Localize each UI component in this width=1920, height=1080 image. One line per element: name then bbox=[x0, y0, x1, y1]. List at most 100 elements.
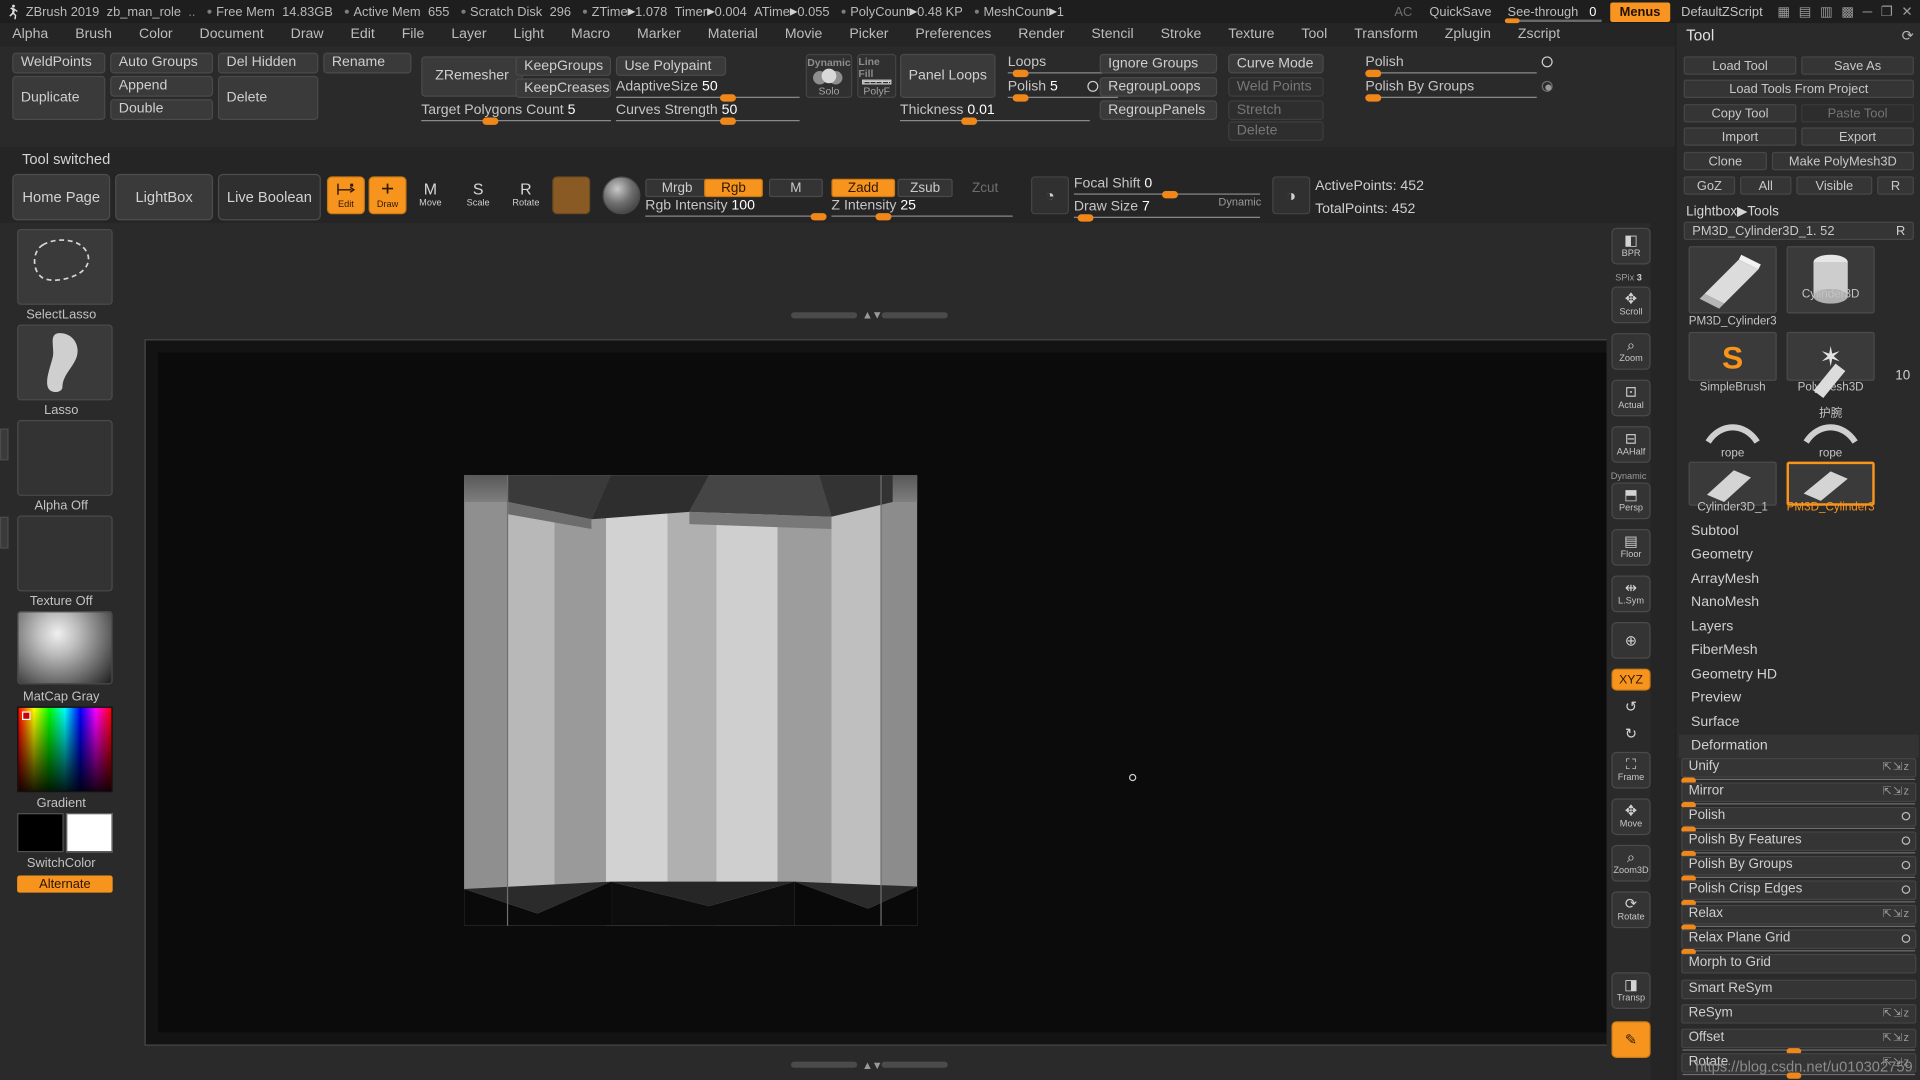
goz-all-button[interactable]: All bbox=[1740, 176, 1792, 195]
ignore-groups-button[interactable]: Ignore Groups bbox=[1099, 53, 1218, 74]
regrouppanels-button[interactable]: RegroupPanels bbox=[1099, 100, 1218, 121]
model-mesh[interactable] bbox=[464, 475, 918, 926]
make-polymesh3d-button[interactable]: Make PolyMesh3D bbox=[1771, 151, 1914, 171]
dynamic-solo-toggle[interactable]: Dynamic Solo bbox=[805, 53, 853, 98]
alpha-swatch[interactable] bbox=[17, 420, 113, 496]
regrouploops-button[interactable]: RegroupLoops bbox=[1099, 77, 1218, 97]
material-swatch[interactable] bbox=[17, 611, 113, 685]
weld-points-button[interactable]: Weld Points bbox=[1228, 77, 1324, 97]
primary-color-swatch[interactable] bbox=[17, 813, 64, 853]
canvas-bottom-updown-icon[interactable]: ▲▼ bbox=[862, 1059, 883, 1071]
actual-button[interactable]: ⊡ Actual bbox=[1611, 379, 1651, 417]
menu-macro[interactable]: Macro bbox=[571, 27, 610, 42]
undo-history-button[interactable]: ↺ bbox=[1611, 696, 1650, 718]
deform-morph-to-grid[interactable]: Morph to Grid bbox=[1681, 953, 1917, 977]
left-flyout-arrow[interactable] bbox=[0, 428, 9, 461]
scale-mode-button[interactable]: S Scale bbox=[459, 176, 497, 214]
weldpoints-button[interactable]: WeldPoints bbox=[12, 52, 106, 74]
deform-relax[interactable]: Relax ⇱⇲z bbox=[1681, 904, 1917, 931]
goz-visible-button[interactable]: Visible bbox=[1796, 176, 1873, 195]
rgb-intensity-slider[interactable]: Rgb Intensity 100 bbox=[645, 198, 827, 221]
canvas-bottom-scroll-left[interactable] bbox=[791, 1061, 858, 1068]
menu-picker[interactable]: Picker bbox=[849, 27, 888, 42]
curve-mode-button[interactable]: Curve Mode bbox=[1228, 53, 1324, 74]
deform-mirror[interactable]: Mirror ⇱⇲z bbox=[1681, 782, 1917, 809]
section-surface[interactable]: Surface bbox=[1679, 710, 1919, 734]
loops-slider[interactable]: Loops bbox=[1007, 54, 1109, 78]
material-preview-ball[interactable] bbox=[602, 176, 641, 215]
section-geometry-hd[interactable]: Geometry HD bbox=[1679, 662, 1919, 686]
canvas-area[interactable]: ▲▼ ▲▼ bbox=[122, 222, 1651, 1080]
export-button[interactable]: Export bbox=[1801, 127, 1914, 146]
menu-material[interactable]: Material bbox=[708, 27, 758, 42]
texture-swatch[interactable] bbox=[17, 515, 113, 592]
menu-file[interactable]: File bbox=[402, 27, 425, 42]
frame-button[interactable]: ⛶ Frame bbox=[1611, 751, 1651, 789]
slider-knob[interactable] bbox=[1365, 69, 1382, 78]
paste-tool-button[interactable]: Paste Tool bbox=[1801, 104, 1914, 123]
polish-by-groups-shelf-radio[interactable] bbox=[1541, 80, 1553, 92]
adaptive-size-slider[interactable]: AdaptiveSize 50 bbox=[615, 78, 800, 102]
menu-texture[interactable]: Texture bbox=[1228, 27, 1274, 42]
section-geometry[interactable]: Geometry bbox=[1679, 543, 1919, 567]
brush-swatch[interactable] bbox=[17, 228, 113, 305]
see-through-slider[interactable]: See-through 0 bbox=[1500, 3, 1606, 23]
auto-groups-button[interactable]: Auto Groups bbox=[110, 52, 214, 74]
deform-resym-axes[interactable]: ⇱⇲z bbox=[1883, 1007, 1911, 1020]
home-page-button[interactable]: Home Page bbox=[12, 173, 111, 221]
edit-mode-button[interactable]: Edit bbox=[326, 176, 365, 215]
target-polygons-count-slider[interactable]: Target Polygons Count 5 bbox=[421, 102, 612, 125]
menu-stroke[interactable]: Stroke bbox=[1161, 27, 1202, 42]
zsub-button[interactable]: Zsub bbox=[897, 178, 953, 198]
deform-offset-axes[interactable]: ⇱⇲z bbox=[1883, 1031, 1911, 1044]
zoom-button[interactable]: ⌕ Zoom bbox=[1611, 333, 1651, 370]
menu-stencil[interactable]: Stencil bbox=[1091, 27, 1133, 42]
lightbox-tools-label[interactable]: Lightbox▶Tools bbox=[1686, 203, 1779, 219]
persp-button[interactable]: ⬒ Persp bbox=[1611, 482, 1651, 520]
rgb-button[interactable]: Rgb bbox=[704, 178, 763, 198]
polyframe-toggle[interactable]: Line Fill PolyF bbox=[857, 53, 897, 98]
tool-thumb-8[interactable] bbox=[1786, 461, 1875, 506]
stroke-swatch[interactable] bbox=[17, 324, 113, 401]
depth-icon-box[interactable]: ◑ bbox=[1272, 176, 1311, 215]
move-view-button[interactable]: ✥ Move bbox=[1611, 798, 1651, 836]
curves-strength-slider[interactable]: Curves Strength 50 bbox=[615, 102, 800, 125]
deform-polish-radio[interactable] bbox=[1901, 811, 1911, 821]
menu-tool[interactable]: Tool bbox=[1301, 27, 1327, 42]
deform-resym[interactable]: ReSym ⇱⇲z bbox=[1681, 1004, 1917, 1027]
section-nanomesh[interactable]: NanoMesh bbox=[1679, 591, 1919, 615]
maximize-icon[interactable]: ❐ bbox=[1881, 4, 1893, 20]
aahalf-button[interactable]: ⊟ AAHalf bbox=[1611, 426, 1651, 463]
z-intensity-slider[interactable]: Z Intensity 25 bbox=[831, 198, 1013, 221]
slider-knob[interactable] bbox=[720, 94, 736, 102]
load-tools-from-project-button[interactable]: Load Tools From Project bbox=[1683, 79, 1914, 98]
mrgb-button[interactable]: Mrgb bbox=[645, 178, 709, 198]
slider-knob[interactable] bbox=[482, 117, 499, 125]
tool-thumb-2[interactable]: S bbox=[1688, 331, 1777, 381]
rotate-mode-button[interactable]: R Rotate bbox=[507, 176, 545, 214]
secondary-color-swatch[interactable] bbox=[66, 813, 113, 853]
deform-smart-resym[interactable]: Smart ReSym bbox=[1681, 979, 1917, 1003]
menu-light[interactable]: Light bbox=[514, 27, 545, 42]
redo-history-button[interactable]: ↻ bbox=[1611, 722, 1650, 744]
menu-draw[interactable]: Draw bbox=[291, 27, 324, 42]
xyz-button[interactable]: XYZ bbox=[1611, 668, 1651, 691]
slider-knob[interactable] bbox=[1012, 69, 1029, 78]
keepcreases-button[interactable]: KeepCreases bbox=[515, 78, 612, 98]
menu-transform[interactable]: Transform bbox=[1354, 27, 1418, 42]
canvas-updown-icon[interactable]: ▲▼ bbox=[862, 309, 883, 321]
menu-document[interactable]: Document bbox=[200, 27, 264, 42]
minimize-icon[interactable]: ─ bbox=[1863, 4, 1873, 19]
slider-knob[interactable] bbox=[875, 213, 892, 221]
deform-pbg-radio[interactable] bbox=[1901, 860, 1911, 870]
tool-thumb-4[interactable] bbox=[1787, 356, 1875, 405]
menu-marker[interactable]: Marker bbox=[637, 27, 681, 42]
panel-loops-button[interactable]: Panel Loops bbox=[900, 53, 996, 98]
menu-color[interactable]: Color bbox=[139, 27, 173, 42]
zcut-button[interactable]: Zcut bbox=[958, 179, 1013, 197]
double-button[interactable]: Double bbox=[110, 99, 214, 121]
document-canvas[interactable] bbox=[157, 352, 1613, 1033]
section-deformation[interactable]: Deformation bbox=[1678, 734, 1919, 758]
m-button[interactable]: M bbox=[768, 178, 823, 198]
local-symmetry-button[interactable]: ⇹ L.Sym bbox=[1611, 575, 1651, 613]
